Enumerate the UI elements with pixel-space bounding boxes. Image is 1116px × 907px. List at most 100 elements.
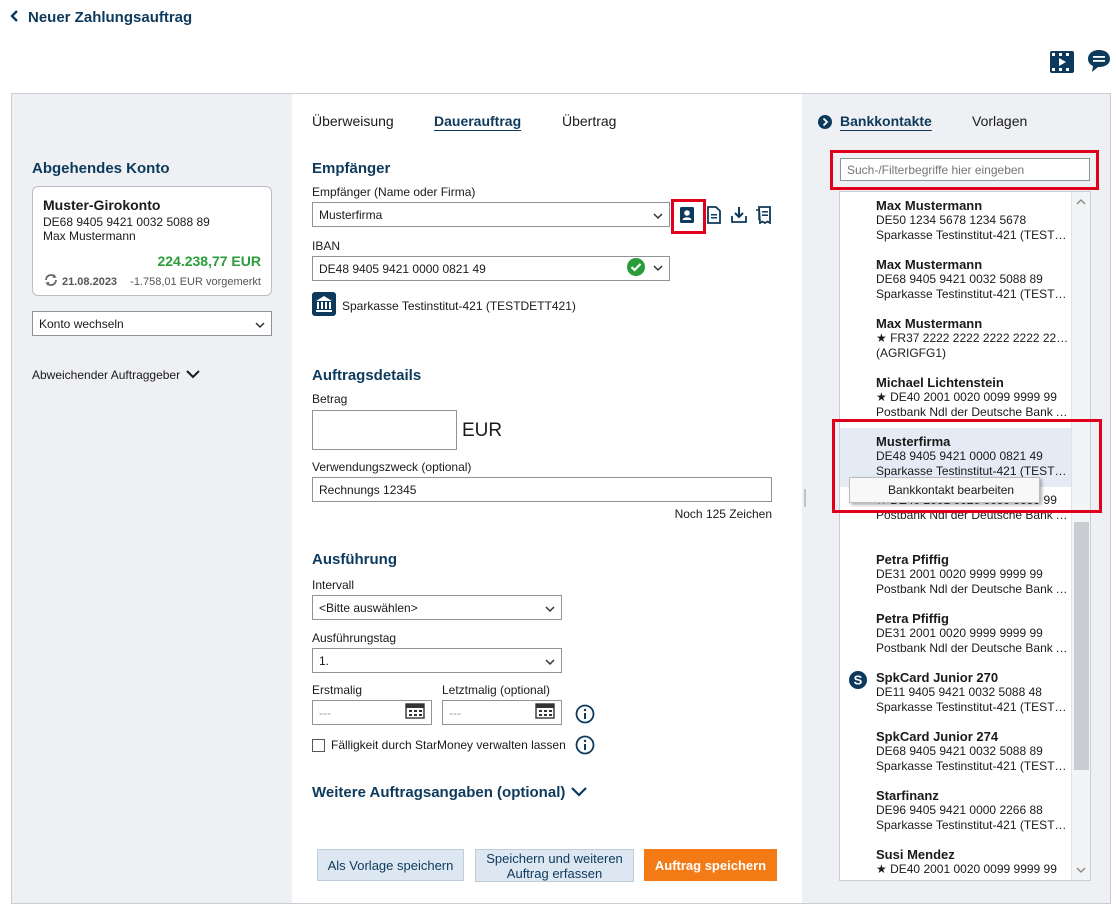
account-card[interactable]: Muster-Girokonto DE68 9405 9421 0032 508… bbox=[32, 186, 272, 296]
list-item[interactable]: Susi Mendez ★ DE40 2001 0020 0099 9999 9… bbox=[840, 841, 1071, 880]
tab-transfer[interactable]: Überweisung bbox=[312, 113, 394, 129]
refresh-icon[interactable] bbox=[43, 274, 59, 289]
download-icon[interactable] bbox=[730, 206, 748, 224]
alt-payer-label: Abweichender Auftraggeber bbox=[32, 368, 181, 382]
iban-label: IBAN bbox=[312, 239, 341, 253]
save-and-new-line2: Auftrag erfassen bbox=[506, 865, 603, 881]
first-date-label: Erstmalig bbox=[312, 683, 363, 697]
purpose-input[interactable]: Rechnungs 12345 bbox=[312, 477, 772, 502]
account-owner: Max Mustermann bbox=[43, 229, 136, 243]
last-date-value: --- bbox=[449, 705, 461, 720]
account-iban: DE68 9405 9421 0032 5088 89 bbox=[43, 215, 210, 229]
info-icon[interactable] bbox=[575, 735, 595, 758]
page-title: Neuer Zahlungsauftrag bbox=[28, 9, 193, 26]
chevron-down-icon[interactable] bbox=[1076, 863, 1086, 877]
sparkasse-logo-icon: S bbox=[849, 671, 867, 692]
recipient-bank: Sparkasse Testinstitut-421 (TESTDETT421) bbox=[312, 292, 576, 319]
tab-internal-transfer[interactable]: Übertrag bbox=[562, 113, 616, 129]
panel-splitter[interactable] bbox=[802, 94, 809, 903]
account-pending: -1.758,01 EUR vorgemerkt bbox=[130, 275, 261, 288]
list-item[interactable]: Starfinanz DE96 9405 9421 0000 2266 88 S… bbox=[840, 782, 1071, 841]
document-icon[interactable] bbox=[705, 206, 723, 224]
account-name: Muster-Girokonto bbox=[43, 197, 161, 213]
video-icon[interactable] bbox=[1049, 49, 1075, 75]
currency-label: EUR bbox=[462, 420, 503, 441]
chevron-down-icon bbox=[653, 262, 663, 276]
switch-account-label: Konto wechseln bbox=[39, 316, 124, 331]
interval-select[interactable]: <Bitte auswählen> bbox=[312, 595, 562, 620]
source-account-title: Abgehendes Konto bbox=[32, 160, 170, 177]
starmoney-checkbox-row[interactable]: Fälligkeit durch StarMoney verwalten las… bbox=[312, 738, 566, 752]
amount-label: Betrag bbox=[312, 392, 348, 406]
interval-label: Intervall bbox=[312, 578, 355, 592]
highlight-musterfirma bbox=[832, 419, 1102, 513]
list-item[interactable]: Petra Pfiffig DE31 2001 0020 9999 9999 9… bbox=[840, 546, 1071, 605]
tab-standing-order[interactable]: Dauerauftrag bbox=[434, 113, 521, 129]
list-item[interactable]: Max Mustermann DE68 9405 9421 0032 5088 … bbox=[840, 251, 1071, 310]
starmoney-checkbox[interactable] bbox=[312, 738, 325, 752]
amount-input[interactable] bbox=[312, 410, 457, 450]
highlight-search bbox=[830, 150, 1099, 190]
bank-building-icon bbox=[312, 292, 336, 319]
recipient-title: Empfänger bbox=[312, 160, 391, 177]
first-date-input[interactable]: --- bbox=[312, 700, 432, 725]
account-date: 21.08.2023 bbox=[62, 275, 118, 288]
save-template-button[interactable]: Als Vorlage speichern bbox=[317, 849, 464, 881]
account-balance: 224.238,77 EUR bbox=[157, 253, 261, 269]
chevron-down-icon bbox=[186, 368, 200, 382]
recipient-name-label: Empfänger (Name oder Firma) bbox=[312, 185, 476, 199]
list-item[interactable]: Max Mustermann DE50 1234 5678 1234 5678 … bbox=[840, 192, 1071, 251]
alt-payer-toggle[interactable]: Abweichender Auftraggeber bbox=[32, 368, 200, 382]
chevron-down-icon bbox=[653, 210, 663, 220]
scrollbar-thumb[interactable] bbox=[1074, 522, 1089, 770]
chevron-left-icon bbox=[10, 9, 20, 26]
highlight-contact-icon bbox=[671, 199, 706, 234]
invoice-icon[interactable] bbox=[755, 206, 773, 225]
list-item[interactable]: Max Mustermann ★ FR37 2222 2222 2222 222… bbox=[840, 310, 1071, 369]
recipient-bank-name: Sparkasse Testinstitut-421 (TESTDETT421) bbox=[342, 298, 576, 313]
purpose-value: Rechnungs 12345 bbox=[319, 482, 417, 497]
exec-day-label: Ausführungstag bbox=[312, 631, 397, 645]
check-circle-icon bbox=[627, 258, 645, 279]
chevron-down-icon bbox=[255, 319, 265, 329]
tab-bank-contacts[interactable]: Bankkontakte bbox=[840, 113, 932, 129]
more-details-label: Weitere Auftragsangaben (optional) bbox=[312, 784, 566, 801]
recipient-name-select[interactable]: Musterfirma bbox=[312, 202, 670, 227]
back-link[interactable]: Neuer Zahlungsauftrag bbox=[10, 9, 192, 26]
first-date-value: --- bbox=[319, 705, 331, 720]
chars-left: Noch 125 Zeichen bbox=[674, 507, 772, 521]
contact-list-scrollbar[interactable] bbox=[1071, 192, 1090, 880]
exec-day-select[interactable]: 1. bbox=[312, 648, 562, 673]
list-item[interactable]: Petra Pfiffig DE31 2001 0020 9999 9999 9… bbox=[840, 605, 1071, 664]
save-and-new-line1: Speichern und weiteren bbox=[486, 850, 623, 866]
execution-title: Ausführung bbox=[312, 551, 397, 568]
chevron-up-icon[interactable] bbox=[1076, 195, 1086, 209]
info-icon[interactable] bbox=[575, 704, 595, 727]
purpose-label: Verwendungszweck (optional) bbox=[312, 460, 472, 474]
more-details-toggle[interactable]: Weitere Auftragsangaben (optional) bbox=[312, 784, 588, 801]
chevron-down-icon bbox=[545, 603, 555, 613]
last-date-label: Letztmalig (optional) bbox=[442, 683, 551, 697]
chat-icon[interactable] bbox=[1086, 48, 1112, 74]
payment-form: Überweisung Dauerauftrag Übertrag Empfän… bbox=[292, 94, 802, 903]
starmoney-label: Fälligkeit durch StarMoney verwalten las… bbox=[331, 738, 566, 752]
switch-account-select[interactable]: Konto wechseln bbox=[32, 311, 272, 336]
chevron-right-circle-icon bbox=[818, 115, 832, 132]
calendar-icon[interactable] bbox=[535, 703, 555, 722]
source-account-panel: Abgehendes Konto Muster-Girokonto DE68 9… bbox=[12, 94, 291, 903]
svg-text:S: S bbox=[854, 673, 863, 688]
last-date-input[interactable]: --- bbox=[442, 700, 562, 725]
exec-day-value: 1. bbox=[319, 653, 330, 668]
chevron-down-icon bbox=[571, 786, 588, 800]
calendar-icon[interactable] bbox=[405, 703, 425, 722]
interval-value: <Bitte auswählen> bbox=[319, 600, 418, 615]
contact-list: Max Mustermann DE50 1234 5678 1234 5678 … bbox=[839, 191, 1091, 881]
save-order-button[interactable]: Auftrag speichern bbox=[644, 849, 777, 881]
save-and-new-button[interactable]: Speichern und weiteren Auftrag erfassen bbox=[475, 849, 634, 882]
list-item[interactable]: S SpkCard Junior 270 DE11 9405 9421 0032… bbox=[840, 664, 1071, 723]
iban-value: DE48 9405 9421 0000 0821 49 bbox=[319, 261, 486, 276]
iban-input[interactable]: DE48 9405 9421 0000 0821 49 bbox=[312, 256, 670, 281]
tab-templates[interactable]: Vorlagen bbox=[972, 113, 1027, 129]
recipient-name-value: Musterfirma bbox=[319, 207, 383, 222]
list-item[interactable]: SpkCard Junior 274 DE68 9405 9421 0032 5… bbox=[840, 723, 1071, 782]
